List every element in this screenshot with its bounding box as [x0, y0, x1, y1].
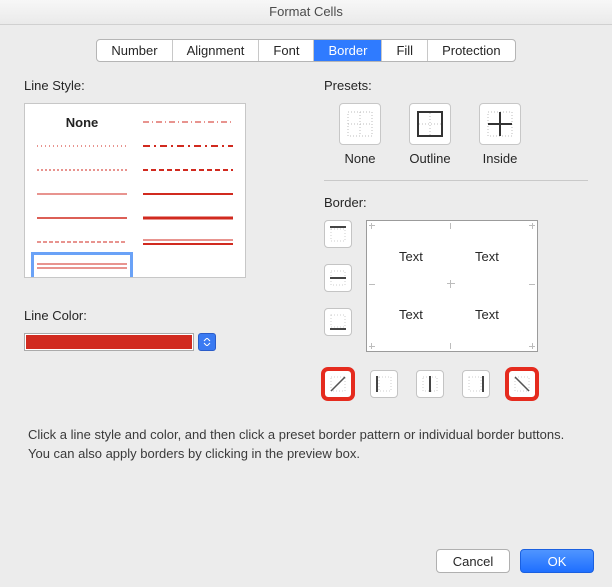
- preset-outline-icon: [409, 103, 451, 145]
- preset-inside[interactable]: Inside: [476, 103, 524, 166]
- line-style-option[interactable]: [139, 206, 237, 230]
- border-diagonal-down-button[interactable]: [508, 370, 536, 398]
- ok-button[interactable]: OK: [520, 549, 594, 573]
- border-preview[interactable]: Text Text Text Text: [366, 220, 538, 352]
- border-diagonal-up-button[interactable]: [324, 370, 352, 398]
- tab-border[interactable]: Border: [314, 40, 382, 61]
- line-style-option[interactable]: [139, 182, 237, 206]
- preset-none[interactable]: None: [336, 103, 384, 166]
- line-style-option[interactable]: [139, 158, 237, 182]
- preset-outline[interactable]: Outline: [406, 103, 454, 166]
- divider: [324, 180, 588, 181]
- border-vertical-middle-button[interactable]: [416, 370, 444, 398]
- line-style-picker[interactable]: None: [24, 103, 246, 278]
- line-style-option[interactable]: [139, 230, 237, 254]
- line-style-option[interactable]: [33, 134, 131, 158]
- line-style-option[interactable]: [33, 206, 131, 230]
- tab-protection[interactable]: Protection: [428, 40, 515, 61]
- line-style-option[interactable]: [33, 230, 131, 254]
- preview-text: Text: [475, 307, 499, 322]
- tab-fill[interactable]: Fill: [382, 40, 428, 61]
- tab-alignment[interactable]: Alignment: [173, 40, 260, 61]
- line-color-dropdown[interactable]: [198, 333, 216, 351]
- line-style-none[interactable]: None: [33, 110, 131, 134]
- line-style-option[interactable]: [139, 134, 237, 158]
- preview-text: Text: [475, 249, 499, 264]
- border-left-button[interactable]: [370, 370, 398, 398]
- presets-label: Presets:: [324, 78, 588, 93]
- line-style-option-selected[interactable]: [33, 254, 131, 278]
- preset-none-icon: [339, 103, 381, 145]
- line-color-label: Line Color:: [24, 308, 294, 323]
- tab-number[interactable]: Number: [97, 40, 172, 61]
- line-color-swatch[interactable]: [24, 333, 194, 351]
- format-cells-dialog: Format Cells Number Alignment Font Borde…: [0, 0, 612, 587]
- chevron-up-down-icon: [203, 338, 211, 346]
- border-bottom-button[interactable]: [324, 308, 352, 336]
- title-bar: Format Cells: [0, 0, 612, 25]
- border-top-button[interactable]: [324, 220, 352, 248]
- border-horizontal-middle-button[interactable]: [324, 264, 352, 292]
- line-style-option[interactable]: [33, 182, 131, 206]
- preset-inside-icon: [479, 103, 521, 145]
- line-style-option[interactable]: [139, 110, 237, 134]
- tab-font[interactable]: Font: [259, 40, 314, 61]
- preview-text: Text: [399, 307, 423, 322]
- line-style-label: Line Style:: [24, 78, 294, 93]
- border-right-button[interactable]: [462, 370, 490, 398]
- tab-bar: Number Alignment Font Border Fill Protec…: [0, 39, 612, 62]
- preview-text: Text: [399, 249, 423, 264]
- cancel-button[interactable]: Cancel: [436, 549, 510, 573]
- border-label: Border:: [324, 195, 588, 210]
- line-style-option[interactable]: [33, 158, 131, 182]
- instruction-text: Click a line style and color, and then c…: [28, 426, 584, 464]
